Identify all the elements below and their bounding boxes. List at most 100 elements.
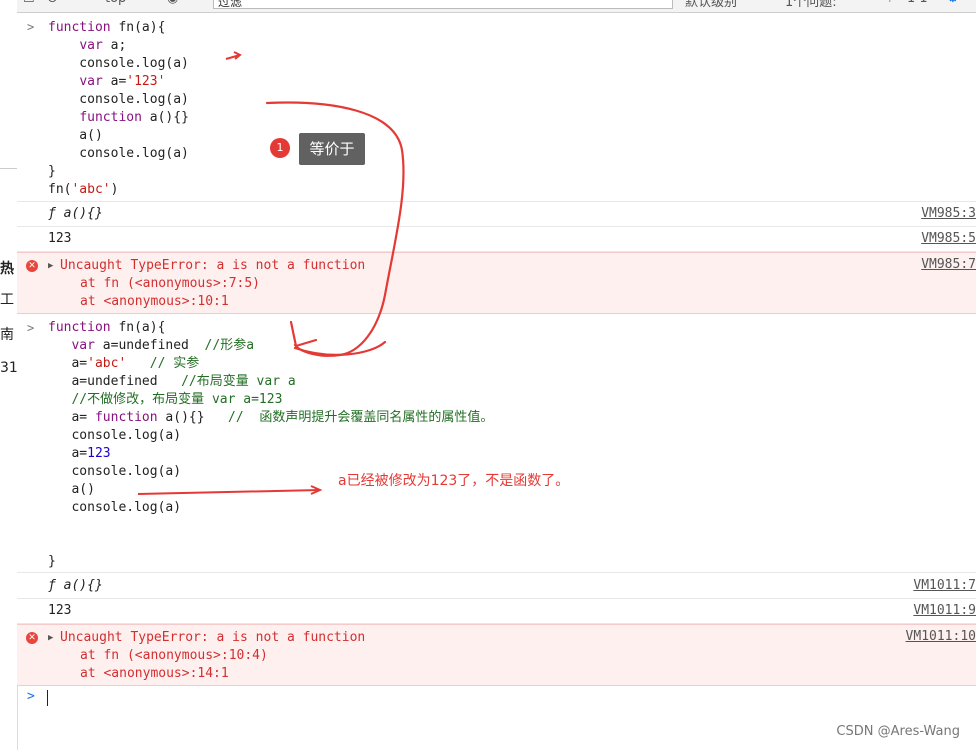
code-token: } — [48, 164, 56, 179]
issue-counts: 1 1 — [907, 0, 928, 6]
code-token: a() — [48, 482, 95, 497]
expand-triangle-icon[interactable]: ▶ — [48, 633, 53, 643]
code-token: ) — [110, 182, 119, 197]
code-token: function — [79, 110, 142, 125]
code-token: //不做修改，布局变量 var a=123 — [71, 392, 283, 407]
code-token: // 函数声明提升会覆盖同名属性的属性值。 — [228, 410, 494, 425]
code-token: a= — [48, 356, 88, 371]
prompt-chevron: > — [27, 20, 35, 34]
console-prompt-chevron: > — [27, 689, 35, 704]
code-token: fn(a){ — [110, 20, 166, 35]
console-log-entry: ƒ a(){} VM1011:7 — [17, 573, 976, 599]
code-line: a='abc' // 实参 — [48, 355, 199, 373]
code-token: console.log(a) — [48, 500, 182, 515]
code-token: console.log(a) — [48, 146, 189, 161]
expand-triangle-icon[interactable]: ▶ — [48, 261, 53, 271]
log-output: 123 — [48, 603, 72, 618]
code-token: //形参a — [204, 338, 255, 353]
log-output: ƒ a(){} — [48, 578, 103, 593]
strip-fragment: 热 — [0, 261, 14, 277]
background-page-strip: 热 工 南 31 — [0, 0, 18, 750]
code-line: //不做修改，布局变量 var a=123 — [48, 391, 282, 409]
code-line: a() — [48, 127, 103, 145]
code-token: a=undefined — [94, 338, 205, 353]
code-token: 123 — [87, 446, 111, 461]
log-levels-dropdown[interactable]: 默认级别 — [685, 0, 737, 10]
error-message: Uncaught TypeError: a is not a function — [60, 258, 366, 273]
source-link[interactable]: VM1011:9 — [913, 603, 976, 618]
issue-flag-icon[interactable]: ⚑ — [887, 0, 899, 6]
code-token: console.log(a) — [48, 92, 189, 107]
strip-fragment: 31 — [0, 360, 17, 376]
console-error-entry: ✕ ▶ Uncaught TypeError: a is not a funct… — [17, 252, 976, 314]
clear-console-icon[interactable]: ⊘ — [47, 0, 58, 6]
error-icon: ✕ — [26, 632, 38, 644]
error-stack-line: at <anonymous>:10:1 — [80, 294, 229, 309]
code-token: a(){} — [141, 110, 189, 125]
console-input-caret[interactable] — [47, 690, 48, 706]
code-line: console.log(a) — [48, 91, 189, 109]
code-line: console.log(a) — [48, 499, 181, 517]
code-line: console.log(a) — [48, 145, 189, 163]
code-token: '123' — [126, 74, 166, 89]
issues-counter[interactable]: 1个问题: — [785, 0, 837, 10]
console-panel[interactable]: > function fn(a){ var a; console.log(a) … — [17, 13, 976, 750]
strip-divider — [0, 168, 17, 169]
code-token: console.log(a) — [48, 464, 182, 479]
strip-fragment: 南 — [0, 327, 14, 343]
code-token: var — [79, 38, 103, 53]
eye-icon[interactable]: ◉ — [167, 0, 178, 6]
code-line: a() — [48, 481, 95, 499]
code-token: a= — [48, 446, 88, 461]
code-token: fn(a){ — [110, 320, 166, 335]
code-line: a=undefined //布局变量 var a — [48, 373, 295, 391]
code-line: var a=undefined //形参a — [48, 337, 254, 355]
error-stack-line: at fn (<anonymous>:10:4) — [80, 648, 268, 663]
code-token: a(){} — [157, 410, 229, 425]
code-token: function — [94, 410, 158, 425]
code-token: a() — [48, 128, 103, 143]
code-token: function — [48, 320, 111, 335]
code-token: a=undefined — [48, 374, 182, 389]
code-line: console.log(a) — [48, 427, 181, 445]
code-token: var — [71, 338, 95, 353]
code-token: 'abc' — [87, 356, 127, 371]
code-token: console.log(a) — [48, 428, 182, 443]
context-selector[interactable]: top — [105, 0, 126, 6]
source-link[interactable]: VM1011:10 — [906, 629, 976, 644]
source-link[interactable]: VM985:7 — [921, 257, 976, 272]
console-toolbar: ☐ ⊘ top ◉ 过滤 默认级别 1个问题: ⚑ 1 1 ⚙ — [17, 0, 976, 13]
code-line: function fn(a){ — [48, 19, 165, 37]
code-token: a; — [102, 38, 127, 53]
code-line: console.log(a) — [48, 55, 189, 73]
error-stack-line: at <anonymous>:14:1 — [80, 666, 229, 681]
code-line: a=123 — [48, 445, 111, 463]
settings-gear-icon[interactable]: ⚙ — [947, 0, 959, 6]
code-line: a= function a(){} // 函数声明提升会覆盖同名属性的属性值。 — [48, 409, 493, 427]
code-line: var a='123' — [48, 73, 165, 91]
source-link[interactable]: VM985:5 — [921, 231, 976, 246]
code-token: console.log(a) — [48, 56, 189, 71]
source-link[interactable]: VM1011:7 — [913, 578, 976, 593]
code-line: var a; — [48, 37, 126, 55]
source-link[interactable]: VM985:3 — [921, 206, 976, 221]
error-message: Uncaught TypeError: a is not a function — [60, 630, 366, 645]
sidebar-toggle-icon[interactable]: ☐ — [23, 0, 35, 6]
watermark: CSDN @Ares-Wang — [836, 724, 960, 739]
console-log-entry: ƒ a(){} VM985:3 — [17, 202, 976, 227]
log-output: 123 — [48, 231, 72, 246]
error-icon: ✕ — [26, 260, 38, 272]
code-token: // 实参 — [149, 356, 200, 371]
strip-fragment: 工 — [0, 292, 14, 308]
code-line: fn('abc') — [48, 181, 118, 199]
filter-input[interactable]: 过滤 — [213, 0, 673, 9]
code-line: } — [48, 553, 56, 571]
log-output: ƒ a(){} — [48, 206, 103, 221]
code-line: function a(){} — [48, 109, 189, 127]
